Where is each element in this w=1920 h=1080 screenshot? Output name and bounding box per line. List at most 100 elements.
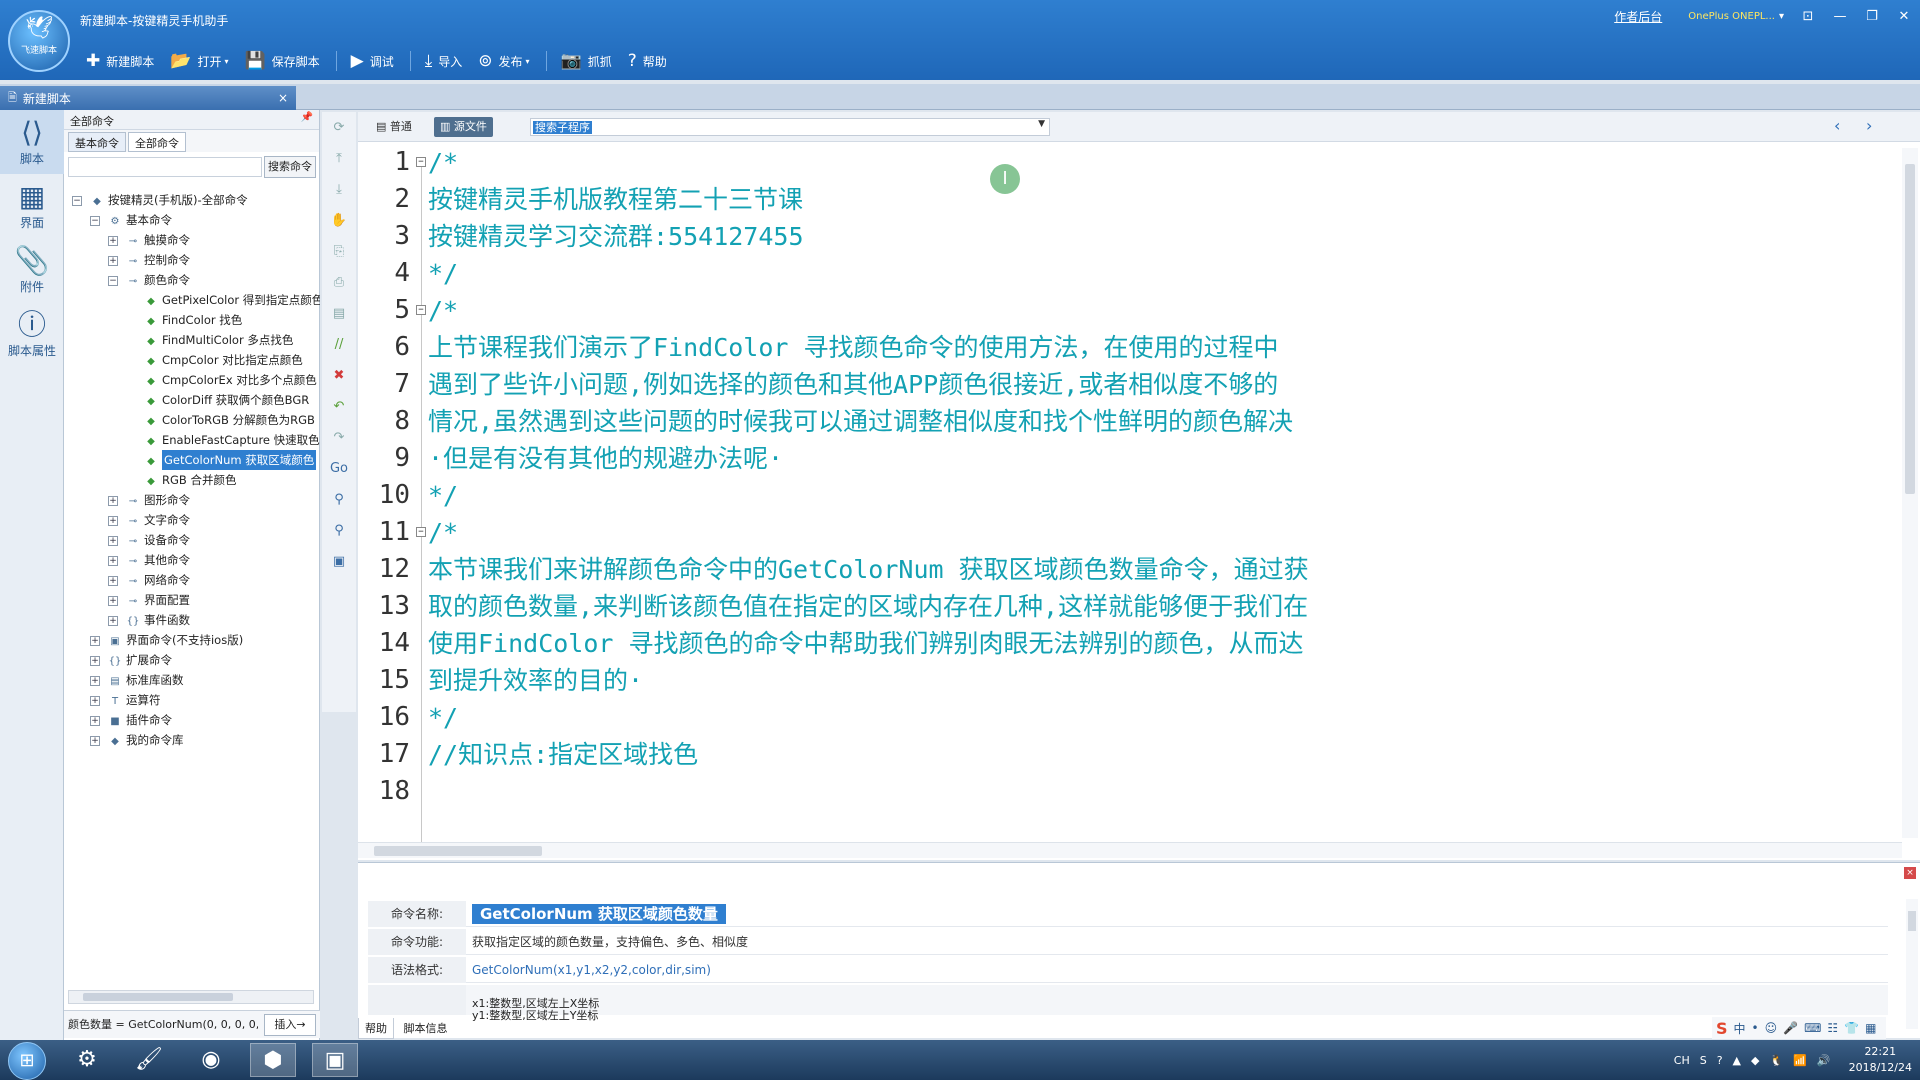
tree-node[interactable]: ◆ ColorDiff 获取俩个颜色BGR [64,390,320,410]
taskbar-app[interactable]: ◉ [188,1043,234,1077]
editor-tool-icon[interactable]: ⚲ [322,515,356,546]
close-tab-icon[interactable]: × [278,91,288,105]
expand-icon[interactable]: + [90,675,100,686]
expand-icon[interactable]: + [108,515,118,526]
editor-tool-icon[interactable]: ↷ [322,422,356,453]
tree-node[interactable]: + ⊸ 其他命令 [64,550,320,570]
restore-panel-button[interactable]: ⊡ [1792,9,1824,24]
tree-node[interactable]: + ⊸ 控制命令 [64,250,320,270]
nav-attachment[interactable]: 📎 附件 [0,238,64,302]
ime-icon[interactable]: • [1752,1021,1759,1035]
mode-source-button[interactable]: ▥ 源文件 [434,117,493,137]
author-backend-link[interactable]: 作者后台 [1614,8,1662,25]
tree-node[interactable]: + {} 扩展命令 [64,650,320,670]
maximize-button[interactable]: ❐ [1856,9,1888,24]
tray-icon[interactable]: CH [1674,1054,1690,1067]
editor-tool-icon[interactable]: ⤓ [322,174,356,205]
editor-tool-icon[interactable]: ↶ [322,391,356,422]
expand-icon[interactable]: + [108,535,118,546]
expand-icon[interactable]: + [108,555,118,566]
help-button[interactable]: ? 帮助 [628,51,667,71]
expand-icon[interactable]: + [90,715,100,726]
tab-new-script[interactable]: 🗎 新建脚本 × [0,86,296,110]
capture-button[interactable]: 📷 抓抓 [561,51,612,71]
fold-toggle-icon[interactable]: − [416,305,426,315]
tree-node[interactable]: + ▤ 标准库函数 [64,670,320,690]
tree-node[interactable]: ◆ GetColorNum 获取区域颜色 [64,450,320,470]
editor-tool-icon[interactable]: ✖ [322,360,356,391]
tree-node[interactable]: + ⊸ 网络命令 [64,570,320,590]
tray-icon[interactable]: ? [1717,1054,1723,1067]
insert-button[interactable]: 插入→ [264,1014,316,1036]
editor-tool-icon[interactable]: ▣ [322,546,356,577]
nav-script-properties[interactable]: ⓘ 脚本属性 [0,302,64,366]
editor-tool-icon[interactable]: ⟳ [322,112,356,143]
fold-toggle-icon[interactable]: − [416,157,426,167]
mode-normal-button[interactable]: ▤ 普通 [376,118,412,134]
minimize-button[interactable]: — [1824,9,1856,24]
scrollbar-thumb[interactable] [1908,911,1916,931]
device-selector[interactable]: OnePlus ONEPL... ▾ [1688,11,1784,22]
tab-help[interactable]: 帮助 [358,1018,394,1039]
tree-node[interactable]: + {} 事件函数 [64,610,320,630]
debug-button[interactable]: ▶ 调试 [351,51,394,71]
close-icon[interactable]: × [1904,867,1916,879]
tree-node[interactable]: + T 运算符 [64,690,320,710]
scrollbar-thumb[interactable] [83,993,233,1001]
ime-icon[interactable]: 👕 [1844,1021,1859,1035]
taskbar-app[interactable]: ⬢ [250,1043,296,1077]
expand-icon[interactable]: + [108,235,118,246]
open-button[interactable]: 📂 打开 ▾ [170,51,228,71]
expand-icon[interactable]: + [108,595,118,606]
editor-horizontal-scrollbar[interactable] [358,842,1902,858]
editor-tool-icon[interactable]: ⎙ [322,267,356,298]
tree-node[interactable]: ◆ CmpColorEx 对比多个点颜色 [64,370,320,390]
tab-basic-commands[interactable]: 基本命令 [68,132,126,152]
taskbar-app[interactable]: ▣ [312,1043,358,1077]
tree-horizontal-scrollbar[interactable] [68,990,314,1004]
procedure-select[interactable]: 搜索子程序 ▼ [530,118,1050,136]
tree-node[interactable]: ◆ GetPixelColor 得到指定点颜色 [64,290,320,310]
scrollbar-thumb[interactable] [374,846,542,856]
chevron-left-icon[interactable]: ‹ [1834,116,1840,135]
tray-icon[interactable]: ▲ [1733,1054,1741,1067]
ime-icon[interactable]: 中 [1734,1020,1746,1037]
close-window-button[interactable]: ✕ [1888,9,1920,24]
tree-node[interactable]: ◆ FindColor 找色 [64,310,320,330]
tree-node[interactable]: − ◆ 按键精灵(手机版)-全部命令 [64,190,320,210]
tree-node[interactable]: + ⊸ 设备命令 [64,530,320,550]
tab-script-info[interactable]: 脚本信息 [398,1018,454,1038]
tray-icon[interactable]: S [1700,1054,1707,1067]
start-button[interactable]: ⊞ [8,1042,46,1080]
tray-icon[interactable]: 🐧 [1769,1054,1783,1067]
tree-node[interactable]: − ⚙ 基本命令 [64,210,320,230]
collapse-icon[interactable]: − [72,195,82,206]
taskbar-app[interactable]: 🖌 [126,1043,172,1077]
scrollbar-thumb[interactable] [1905,164,1915,494]
nav-script[interactable]: ⟨⟩ 脚本 [0,110,64,174]
tree-node[interactable]: − ⊸ 颜色命令 [64,270,320,290]
code-area[interactable]: 1−/* 2 按键精灵手机版教程第二十三节课 3 按键精灵学习交流群:554127455… [358,144,1898,850]
tray-icon[interactable]: 📶 [1793,1054,1807,1067]
ime-icon[interactable]: ⌨ [1804,1021,1821,1035]
tree-node[interactable]: ◆ ColorToRGB 分解颜色为RGB [64,410,320,430]
tray-icon[interactable]: 🔊 [1817,1054,1831,1067]
expand-icon[interactable]: + [90,695,100,706]
tree-node[interactable]: + ⊸ 图形命令 [64,490,320,510]
editor-tool-icon[interactable]: ✋ [322,205,356,236]
save-script-button[interactable]: 💾 保存脚本 [244,51,319,71]
editor-vertical-scrollbar[interactable] [1902,148,1918,838]
nav-ui[interactable]: ▦ 界面 [0,174,64,238]
editor-tool-icon[interactable]: ⤒ [322,143,356,174]
taskbar-app[interactable]: ⚙ [64,1043,110,1077]
expand-icon[interactable]: + [108,575,118,586]
tree-node[interactable]: ◆ EnableFastCapture 快速取色 [64,430,320,450]
import-button[interactable]: ⤓ 导入 [425,51,463,71]
chevron-right-icon[interactable]: › [1866,116,1872,135]
pin-icon[interactable]: 📌 [301,112,313,123]
editor-tool-icon[interactable]: ⚲ [322,484,356,515]
expand-icon[interactable]: + [108,495,118,506]
tree-node[interactable]: + ⊸ 触摸命令 [64,230,320,250]
fold-toggle-icon[interactable]: − [416,527,426,537]
help-vertical-scrollbar[interactable] [1906,899,1918,1029]
